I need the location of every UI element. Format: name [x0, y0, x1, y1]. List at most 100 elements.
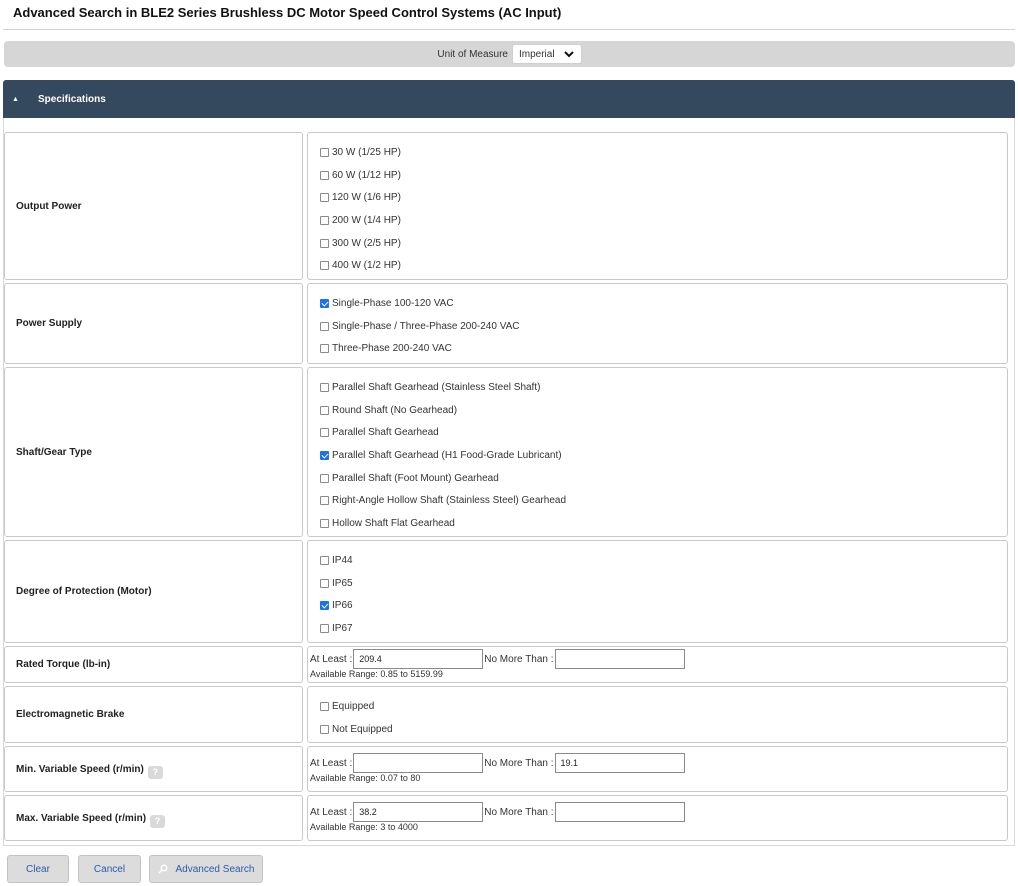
specifications-header[interactable]: ▲ Specifications: [3, 80, 1015, 118]
checkbox[interactable]: [320, 473, 329, 483]
unit-of-measure-select[interactable]: Imperial: [512, 44, 582, 64]
output-power-label: Output Power: [4, 132, 303, 280]
shaft-gear-option[interactable]: Parallel Shaft Gearhead (H1 Food-Grade L…: [320, 444, 566, 467]
advanced-search-button[interactable]: Advanced Search: [149, 855, 263, 883]
collapse-triangle-icon: ▲: [12, 95, 19, 103]
shaft-gear-option[interactable]: Parallel Shaft Gearhead: [320, 421, 566, 444]
title-divider: [3, 29, 1015, 30]
protection-option-label: IP66: [332, 600, 353, 612]
rated-torque-min-input[interactable]: 209.4: [353, 649, 484, 669]
clear-button[interactable]: Clear: [7, 855, 69, 883]
power-supply-option[interactable]: Three-Phase 200-240 VAC: [320, 337, 520, 360]
power-supply-option[interactable]: Single-Phase / Three-Phase 200-240 VAC: [320, 315, 520, 338]
min-speed-min-input[interactable]: [353, 753, 484, 773]
checkbox[interactable]: [320, 147, 329, 157]
rated-torque-max-input[interactable]: [554, 649, 685, 669]
checkbox[interactable]: [320, 382, 329, 392]
protection-option-label: IP44: [332, 554, 353, 566]
protection-option[interactable]: IP66: [320, 594, 353, 617]
checkbox[interactable]: [320, 344, 329, 354]
protection-option-label: IP65: [332, 577, 353, 589]
min-speed-max-input[interactable]: 19.1: [554, 753, 685, 773]
min-variable-speed-label: Min. Variable Speed (r/min): [16, 763, 144, 775]
output-power-option[interactable]: 300 W (2/5 HP): [320, 232, 401, 255]
checkbox[interactable]: [320, 601, 329, 611]
max-variable-speed-range: At Least : 38.2 No More Than : Available…: [307, 795, 1008, 841]
brake-option[interactable]: Equipped: [320, 695, 393, 718]
shaft-gear-option-label: Right-Angle Hollow Shaft (Stainless Stee…: [332, 495, 567, 507]
at-least-label: At Least :: [310, 653, 353, 665]
checkbox[interactable]: [320, 578, 329, 588]
checkbox[interactable]: [320, 724, 329, 734]
help-icon[interactable]: ?: [150, 814, 166, 828]
output-power-option-label: 30 W (1/25 HP): [332, 146, 401, 158]
row-electromagnetic-brake: Electromagnetic Brake Equipped Not Equipp…: [4, 686, 1008, 743]
unit-of-measure-bar: Unit of Measure Imperial: [4, 41, 1015, 67]
checkbox[interactable]: [320, 170, 329, 180]
max-speed-max-input[interactable]: [554, 802, 685, 822]
brake-option-label: Not Equipped: [332, 723, 393, 735]
checkbox[interactable]: [320, 238, 329, 248]
output-power-option-label: 120 W (1/6 HP): [332, 192, 401, 204]
checkbox[interactable]: [320, 496, 329, 506]
power-supply-options: Single-Phase 100-120 VAC Single-Phase / T…: [307, 283, 1008, 364]
checkbox[interactable]: [320, 261, 329, 271]
max-variable-speed-label-cell: Max. Variable Speed (r/min) ?: [4, 795, 303, 841]
output-power-option[interactable]: 200 W (1/4 HP): [320, 209, 401, 232]
degree-of-protection-options: IP44 IP65 IP66 IP67: [307, 540, 1008, 643]
shaft-gear-option-label: Hollow Shaft Flat Gearhead: [332, 517, 455, 529]
protection-option-label: IP67: [332, 622, 353, 634]
checkbox[interactable]: [320, 405, 329, 415]
protection-option[interactable]: IP44: [320, 549, 353, 572]
rated-torque-range: At Least : 209.4 No More Than : Availabl…: [307, 646, 1008, 683]
at-least-label: At Least :: [310, 757, 353, 769]
checkbox[interactable]: [320, 428, 329, 438]
checkbox[interactable]: [320, 321, 329, 331]
output-power-option-label: 60 W (1/12 HP): [332, 169, 401, 181]
cancel-button-label: Cancel: [93, 863, 126, 875]
checkbox[interactable]: [320, 701, 329, 711]
checkbox[interactable]: [320, 215, 329, 225]
cancel-button[interactable]: Cancel: [78, 855, 141, 883]
row-degree-of-protection: Degree of Protection (Motor) IP44 IP65 IP6…: [4, 540, 1008, 643]
checkbox[interactable]: [320, 193, 329, 203]
checkbox[interactable]: [320, 518, 329, 528]
row-rated-torque: Rated Torque (lb-in) At Least : 209.4 No…: [4, 646, 1008, 683]
shaft-gear-option[interactable]: Hollow Shaft Flat Gearhead: [320, 512, 566, 535]
shaft-gear-option[interactable]: Round Shaft (No Gearhead): [320, 399, 566, 422]
shaft-gear-option-label: Parallel Shaft Gearhead (Stainless Steel…: [332, 381, 541, 393]
output-power-option[interactable]: 30 W (1/25 HP): [320, 141, 401, 164]
no-more-than-label: No More Than :: [484, 653, 554, 665]
output-power-option[interactable]: 400 W (1/2 HP): [320, 254, 401, 277]
row-output-power: Output Power 30 W (1/25 HP) 60 W (1/12 HP…: [4, 132, 1008, 280]
rated-torque-available-range: Available Range: 0.85 to 5159.99: [310, 669, 443, 679]
output-power-option[interactable]: 120 W (1/6 HP): [320, 186, 401, 209]
checkbox[interactable]: [320, 450, 329, 460]
protection-option[interactable]: IP65: [320, 572, 353, 595]
power-supply-label: Power Supply: [4, 283, 303, 364]
help-icon[interactable]: ?: [147, 765, 163, 779]
shaft-gear-option[interactable]: Parallel Shaft Gearhead (Stainless Steel…: [320, 376, 566, 399]
checkbox[interactable]: [320, 298, 329, 308]
checkbox[interactable]: [320, 623, 329, 633]
min-speed-available-range: Available Range: 0.07 to 80: [310, 773, 421, 783]
degree-of-protection-label: Degree of Protection (Motor): [4, 540, 303, 643]
shaft-gear-option[interactable]: Parallel Shaft (Foot Mount) Gearhead: [320, 467, 566, 490]
brake-option[interactable]: Not Equipped: [320, 718, 393, 741]
checkbox[interactable]: [320, 555, 329, 565]
at-least-label: At Least :: [310, 806, 353, 818]
unit-of-measure-value: Imperial: [519, 48, 555, 60]
row-power-supply: Power Supply Single-Phase 100-120 VAC Sin…: [4, 283, 1008, 364]
shaft-gear-option-label: Parallel Shaft Gearhead (H1 Food-Grade L…: [332, 449, 562, 461]
max-speed-min-input[interactable]: 38.2: [353, 802, 484, 822]
output-power-option[interactable]: 60 W (1/12 HP): [320, 164, 401, 187]
power-supply-option-label: Single-Phase 100-120 VAC: [332, 297, 454, 309]
power-supply-option[interactable]: Single-Phase 100-120 VAC: [320, 292, 520, 315]
shaft-gear-option[interactable]: Right-Angle Hollow Shaft (Stainless Stee…: [320, 489, 566, 512]
output-power-option-label: 400 W (1/2 HP): [332, 260, 401, 272]
protection-option[interactable]: IP67: [320, 617, 353, 640]
chevron-down-icon: [563, 51, 574, 58]
max-variable-speed-label: Max. Variable Speed (r/min): [16, 812, 147, 824]
brake-option-label: Equipped: [332, 700, 375, 712]
max-speed-available-range: Available Range: 3 to 4000: [310, 822, 418, 832]
